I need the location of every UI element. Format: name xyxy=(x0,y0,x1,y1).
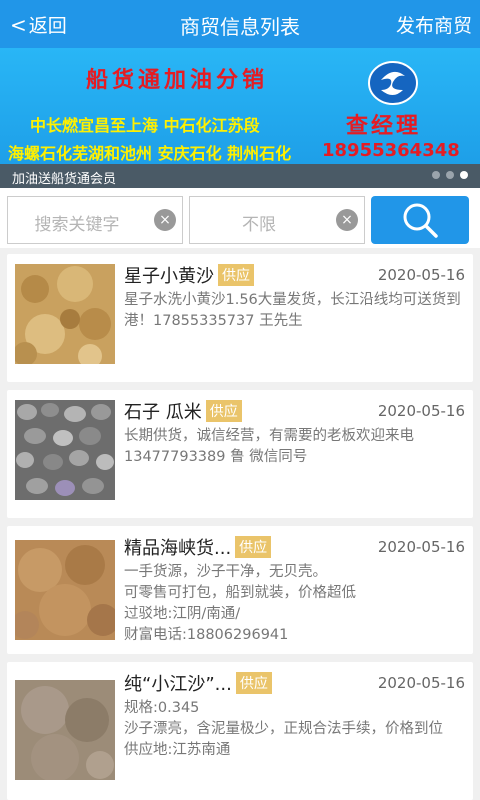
search-icon xyxy=(403,203,438,238)
listing-card[interactable]: 星子小黄沙 供应 2020-05-16 星子水洗小黄沙1.56大量发货，长江沿线均… xyxy=(7,254,473,382)
keyword-placeholder: 搜索关键字 xyxy=(34,215,120,235)
publish-button[interactable]: 发布商贸 xyxy=(396,11,472,38)
brand-logo-icon xyxy=(368,61,418,105)
listing-card[interactable]: 纯“小江沙”... 供应 2020-05-16 规格:0.345 沙子漂亮，含泥量… xyxy=(7,662,473,800)
listing-description: 一手货源，沙子干净，无贝壳。 可零售可打包，船到就装，价格超低 过驳地:江阴/南… xyxy=(124,564,356,643)
clear-keyword-icon[interactable]: × xyxy=(154,209,176,231)
supply-badge: 供应 xyxy=(218,264,254,286)
range-filter-select[interactable]: 不限 × xyxy=(189,196,365,244)
listing-date: 2020-05-16 xyxy=(377,674,465,692)
search-button[interactable] xyxy=(371,196,469,244)
listing-date: 2020-05-16 xyxy=(377,266,465,284)
listing-description: 长期供货，诚信经营，有需要的老板欢迎来电13477793389 鲁 微信同号 xyxy=(124,428,414,465)
listing-title: 石子 瓜米 供应 xyxy=(124,398,242,424)
listing-date: 2020-05-16 xyxy=(377,538,465,556)
banner-slogan: 船货通加油分销 xyxy=(86,67,269,93)
carousel-dot-active[interactable] xyxy=(460,171,468,179)
listing-thumbnail xyxy=(15,400,115,500)
clear-range-icon[interactable]: × xyxy=(336,209,358,231)
listing-description: 星子水洗小黄沙1.56大量发货，长江沿线均可送货到港！17855335737 王… xyxy=(124,292,461,329)
listing-thumbnail xyxy=(15,540,115,640)
banner-line-2: 海螺石化芜湖和池州 安庆石化 荆州石化 xyxy=(8,144,292,163)
banner-caption: 加油送船货通会员 xyxy=(12,172,117,187)
listing-description: 规格:0.345 沙子漂亮，含泥量极少，正规合法手续，价格到位 供应地:江苏南通 xyxy=(124,700,443,758)
banner-contact-name: 查经理 xyxy=(346,113,422,139)
listing-thumbnail xyxy=(15,264,115,364)
supply-badge: 供应 xyxy=(235,536,272,558)
carousel-dots xyxy=(432,171,468,179)
banner-caption-bar: 加油送船货通会员 xyxy=(0,164,480,188)
ad-banner[interactable]: 船货通加油分销 中长燃宜昌至上海 中石化江苏段 查经理 海螺石化芜湖和池州 安庆… xyxy=(0,48,480,164)
yellow-sand-image xyxy=(15,264,115,364)
sea-sand-image xyxy=(15,540,115,640)
listing-title: 星子小黄沙 供应 xyxy=(124,262,254,288)
supply-badge: 供应 xyxy=(205,400,242,422)
supply-badge: 供应 xyxy=(235,672,272,694)
listing-thumbnail xyxy=(15,680,115,780)
listing-title: 纯“小江沙”... 供应 xyxy=(124,670,272,696)
top-bar: < 返回 商贸信息列表 发布商贸 xyxy=(0,0,480,48)
listing-card[interactable]: 精品海峡货... 供应 2020-05-16 一手货源，沙子干净，无贝壳。 可零售… xyxy=(7,526,473,654)
banner-contact-phone: 18955364348 xyxy=(322,140,460,161)
keyword-search-input[interactable]: 搜索关键字 × xyxy=(7,196,183,244)
listing-title: 精品海峡货... 供应 xyxy=(124,534,272,560)
listing-date: 2020-05-16 xyxy=(377,402,465,420)
carousel-dot[interactable] xyxy=(432,171,440,179)
gravel-image xyxy=(15,400,115,500)
banner-line-1: 中长燃宜昌至上海 中石化江苏段 xyxy=(30,116,260,135)
carousel-dot[interactable] xyxy=(446,171,454,179)
listing-card[interactable]: 石子 瓜米 供应 2020-05-16 长期供货，诚信经营，有需要的老板欢迎来电1… xyxy=(7,390,473,518)
search-bar: 搜索关键字 × 不限 × xyxy=(0,188,480,248)
river-sand-image xyxy=(15,680,115,780)
range-placeholder: 不限 xyxy=(242,215,276,235)
